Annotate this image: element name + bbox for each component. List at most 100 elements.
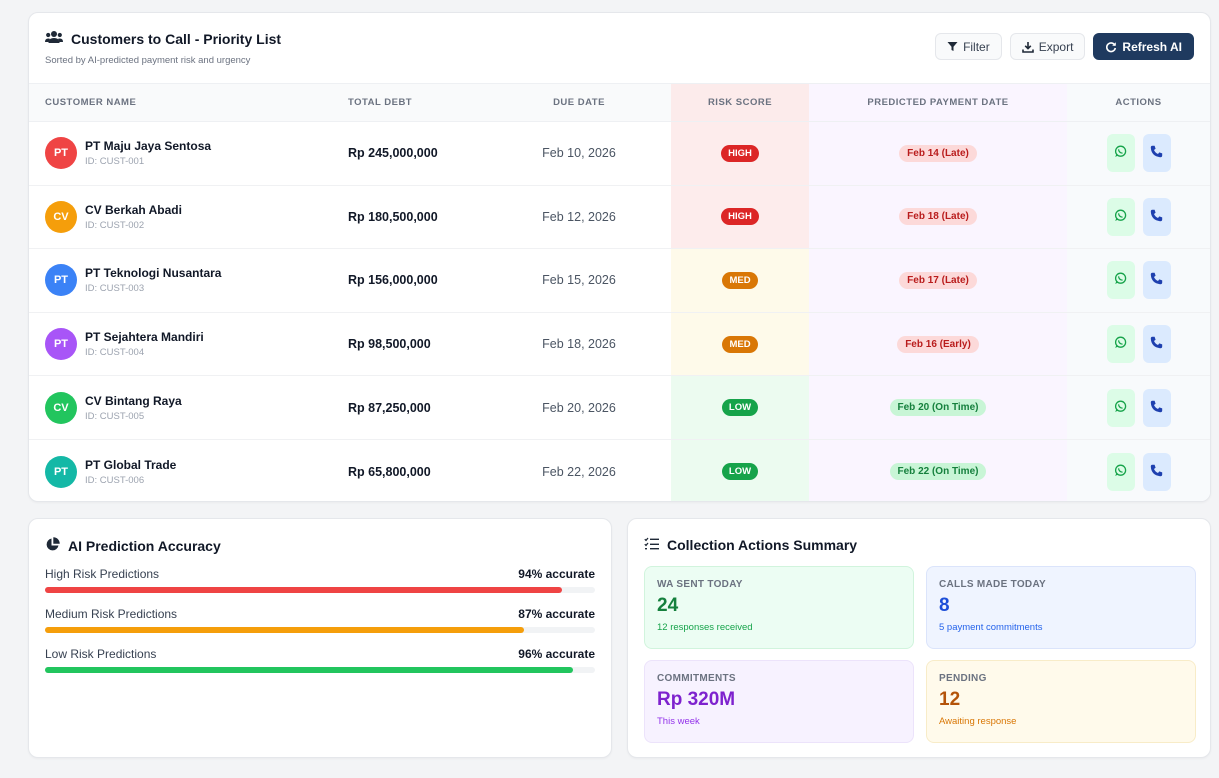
tile-note: Awaiting response — [939, 716, 1017, 727]
row-actions — [1106, 388, 1171, 427]
column-header-risk-score[interactable]: RISK SCORE — [671, 83, 809, 122]
whatsapp-button[interactable] — [1106, 452, 1135, 491]
summary-tile: CALLS MADE TODAY 8 5 payment commitments — [926, 566, 1196, 649]
tile-label: PENDING — [939, 673, 987, 684]
accuracy-value: 94% accurate — [518, 567, 595, 581]
customer-info: PT PT Maju Jaya Sentosa ID: CUST-001 — [45, 137, 332, 170]
refresh-ai-button-label: Refresh AI — [1122, 39, 1182, 54]
whatsapp-button[interactable] — [1106, 134, 1135, 173]
accuracy-label: High Risk Predictions — [45, 567, 160, 581]
filter-button[interactable]: Filter — [935, 33, 1002, 60]
priority-list-card: Customers to Call - Priority List Sorted… — [28, 12, 1211, 502]
predicted-date-badge: Feb 17 (Late) — [899, 271, 977, 289]
whatsapp-button[interactable] — [1106, 325, 1135, 364]
cell-customer: PT PT Global Trade ID: CUST-006 — [29, 439, 332, 501]
cell-actions — [1067, 375, 1210, 440]
whatsapp-button[interactable] — [1106, 388, 1135, 427]
customer-name[interactable]: PT Sejahtera Mandiri — [85, 330, 204, 344]
customer-text: PT Teknologi Nusantara ID: CUST-003 — [85, 266, 221, 294]
customer-text: PT Global Trade ID: CUST-006 — [85, 458, 176, 486]
phone-icon — [1150, 145, 1163, 161]
predicted-date-badge: Feb 16 (Early) — [897, 335, 979, 353]
avatar: PT — [45, 455, 77, 488]
cell-total-debt: Rp 156,000,000 — [332, 248, 487, 313]
phone-icon — [1150, 336, 1163, 352]
whatsapp-icon — [1114, 400, 1127, 416]
due-date: Feb 15, 2026 — [542, 273, 616, 288]
table-row[interactable]: PT PT Teknologi Nusantara ID: CUST-003 Rp 1… — [29, 248, 1210, 313]
cell-due-date: Feb 12, 2026 — [487, 185, 671, 250]
table-row[interactable]: CV CV Berkah Abadi ID: CUST-002 Rp 180,500,… — [29, 185, 1210, 250]
export-button[interactable]: Export — [1009, 33, 1086, 60]
customer-id: ID: CUST-001 — [85, 156, 145, 168]
tile-value: Rp 320M — [657, 689, 736, 710]
whatsapp-icon — [1114, 209, 1127, 225]
customer-name[interactable]: PT Global Trade — [85, 458, 176, 472]
accuracy-value: 87% accurate — [518, 607, 595, 621]
whatsapp-icon — [1114, 272, 1127, 288]
due-date: Feb 18, 2026 — [542, 337, 616, 352]
tile-value: 12 — [939, 689, 961, 710]
risk-badge: LOW — [721, 399, 759, 417]
customer-text: CV Berkah Abadi ID: CUST-002 — [85, 203, 182, 231]
summary-tile: COMMITMENTS Rp 320M This week — [644, 660, 914, 743]
call-button[interactable] — [1142, 261, 1171, 300]
whatsapp-button[interactable] — [1106, 261, 1135, 300]
call-button[interactable] — [1142, 325, 1171, 364]
due-date: Feb 22, 2026 — [542, 464, 616, 479]
row-actions — [1106, 197, 1171, 236]
phone-icon — [1150, 464, 1163, 480]
tile-note: 5 payment commitments — [939, 622, 1043, 633]
table-row[interactable]: CV CV Bintang Raya ID: CUST-005 Rp 87,250,0… — [29, 375, 1210, 440]
column-header-predicted-payment-date[interactable]: PREDICTED PAYMENT DATE — [809, 83, 1067, 122]
accuracy-item: Medium Risk Predictions 87% accurate — [45, 607, 595, 633]
column-header-due-date[interactable]: DUE DATE — [487, 83, 671, 122]
whatsapp-button[interactable] — [1106, 197, 1135, 236]
cell-predicted-date: Feb 14 (Late) — [809, 121, 1067, 186]
call-button[interactable] — [1142, 197, 1171, 236]
column-header-total-debt[interactable]: TOTAL DEBT — [332, 83, 487, 122]
customer-info: PT PT Sejahtera Mandiri ID: CUST-004 — [45, 328, 332, 361]
avatar: CV — [45, 391, 77, 424]
table-row[interactable]: PT PT Sejahtera Mandiri ID: CUST-004 Rp 98,… — [29, 312, 1210, 377]
cell-actions — [1067, 312, 1210, 377]
table-row[interactable]: PT PT Global Trade ID: CUST-006 Rp 65,800,0… — [29, 439, 1210, 501]
column-header-customer-name[interactable]: CUSTOMER NAME — [29, 83, 332, 122]
collection-summary-title: Collection Actions Summary — [644, 537, 857, 553]
risk-badge: LOW — [721, 463, 759, 481]
cell-due-date: Feb 10, 2026 — [487, 121, 671, 186]
call-button[interactable] — [1142, 452, 1171, 491]
due-date: Feb 20, 2026 — [542, 400, 616, 415]
cell-risk-score: MED — [671, 248, 809, 313]
summary-tile: WA SENT TODAY 24 12 responses received — [644, 566, 914, 649]
collection-summary-title-text: Collection Actions Summary — [667, 537, 858, 553]
refresh-icon — [1105, 41, 1117, 53]
filter-button-label: Filter — [963, 39, 990, 54]
cell-total-debt: Rp 87,250,000 — [332, 375, 487, 440]
summary-tile: PENDING 12 Awaiting response — [926, 660, 1196, 743]
predicted-date-badge: Feb 22 (On Time) — [889, 463, 987, 481]
customer-name[interactable]: PT Maju Jaya Sentosa — [85, 139, 211, 153]
refresh-ai-button[interactable]: Refresh AI — [1093, 33, 1194, 60]
cell-risk-score: LOW — [671, 375, 809, 440]
pie-chart-icon — [45, 537, 60, 555]
call-button[interactable] — [1142, 134, 1171, 173]
cell-actions — [1067, 185, 1210, 250]
priority-list-title-text: Customers to Call - Priority List — [71, 30, 282, 47]
cell-predicted-date: Feb 17 (Late) — [809, 248, 1067, 313]
table-row[interactable]: PT PT Maju Jaya Sentosa ID: CUST-001 Rp 245… — [29, 121, 1210, 186]
download-icon — [1021, 41, 1034, 53]
call-button[interactable] — [1142, 388, 1171, 427]
avatar: PT — [45, 264, 77, 297]
customer-text: CV Bintang Raya ID: CUST-005 — [85, 394, 182, 422]
cell-predicted-date: Feb 20 (On Time) — [809, 375, 1067, 440]
customer-name[interactable]: CV Berkah Abadi — [85, 203, 182, 217]
customer-info: PT PT Global Trade ID: CUST-006 — [45, 455, 332, 488]
accuracy-list: High Risk Predictions 94% accurate Medium … — [45, 567, 595, 687]
column-header-actions: ACTIONS — [1067, 83, 1210, 122]
customer-name[interactable]: PT Teknologi Nusantara — [85, 266, 221, 280]
cell-predicted-date: Feb 16 (Early) — [809, 312, 1067, 377]
cell-customer: PT PT Sejahtera Mandiri ID: CUST-004 — [29, 312, 332, 377]
customer-name[interactable]: CV Bintang Raya — [85, 394, 182, 408]
cell-risk-score: LOW — [671, 439, 809, 501]
